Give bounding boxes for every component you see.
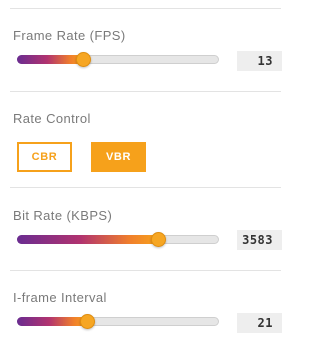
rate-control-label: Rate Control (13, 111, 91, 126)
slider-thumb[interactable] (80, 314, 96, 329)
divider (10, 270, 281, 271)
iframe-interval-slider[interactable] (17, 311, 219, 333)
iframe-interval-label: I-frame Interval (13, 290, 107, 305)
slider-fill (17, 317, 88, 326)
iframe-interval-value[interactable]: 21 (237, 313, 282, 333)
divider (10, 91, 281, 92)
slider-fill (17, 55, 84, 64)
divider (10, 187, 281, 188)
stream-settings-panel: Frame Rate (FPS) 13 Rate Control CBR VBR… (0, 0, 291, 341)
vbr-button[interactable]: VBR (91, 142, 146, 172)
bit-rate-value[interactable]: 3583 (237, 230, 282, 250)
slider-thumb[interactable] (150, 232, 166, 247)
bit-rate-label: Bit Rate (KBPS) (13, 208, 113, 223)
frame-rate-label: Frame Rate (FPS) (13, 28, 126, 43)
bit-rate-slider[interactable] (17, 229, 219, 251)
divider (10, 8, 281, 9)
slider-fill (17, 235, 159, 244)
cbr-button[interactable]: CBR (17, 142, 72, 172)
frame-rate-value[interactable]: 13 (237, 51, 282, 71)
frame-rate-slider[interactable] (17, 49, 219, 71)
slider-thumb[interactable] (76, 52, 92, 67)
